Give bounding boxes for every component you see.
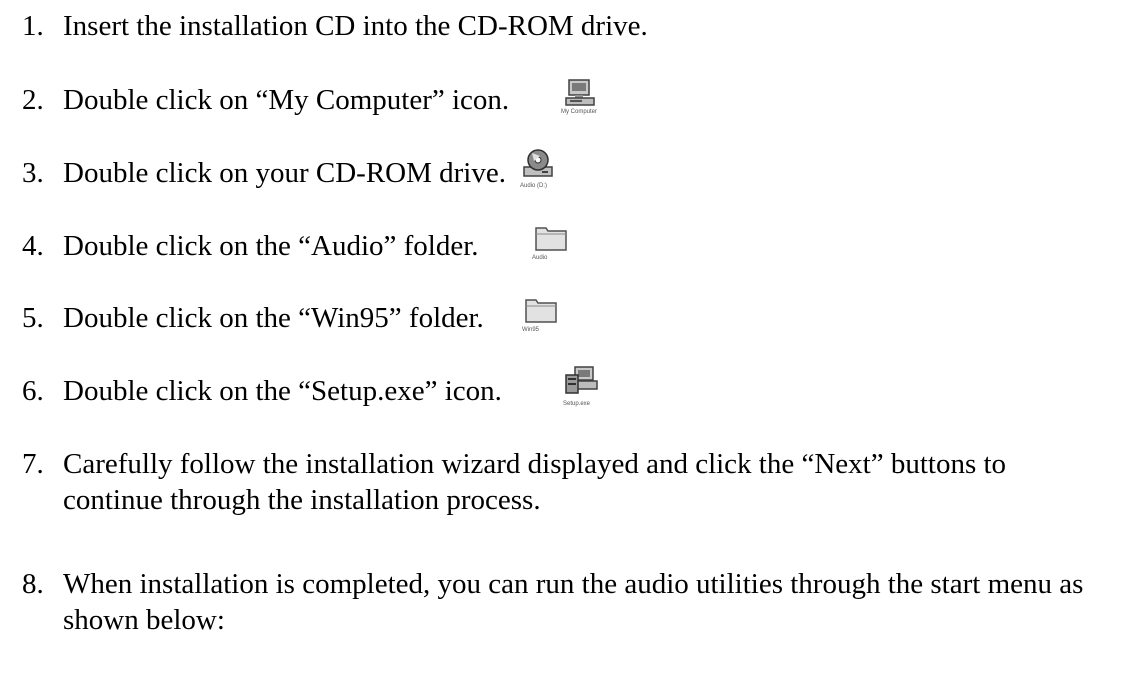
- step-number: 2.: [22, 84, 44, 116]
- step-text: When installation is completed, you can …: [63, 568, 1084, 636]
- cd-drive-icon: Audio (D:): [520, 147, 560, 191]
- step-number: 6.: [22, 375, 44, 407]
- step-text: Double click on the “Audio” folder.: [63, 230, 479, 262]
- setup-exe-icon: Setup.exe: [563, 365, 603, 409]
- step-text: Double click on your CD-ROM drive.: [63, 157, 506, 189]
- my-computer-icon: My Computer: [561, 78, 601, 118]
- step-text: Carefully follow the installation wizard…: [63, 448, 1007, 516]
- folder-icon: Audio: [532, 222, 572, 264]
- folder-icon: Win95: [522, 294, 562, 336]
- step-number: 3.: [22, 157, 44, 189]
- step-number: 8.: [22, 568, 44, 600]
- icon-caption: Audio: [532, 255, 548, 261]
- step-text: Insert the installation CD into the CD-R…: [63, 10, 648, 42]
- step-text: Double click on the “Setup.exe” icon.: [63, 375, 502, 407]
- step-text: Double click on “My Computer” icon.: [63, 84, 510, 116]
- step-number: 4.: [22, 230, 44, 262]
- icon-caption: My Computer: [561, 109, 598, 115]
- step-number: 7.: [22, 448, 44, 480]
- step-text: Double click on the “Win95” folder.: [63, 302, 484, 334]
- icon-caption: Setup.exe: [563, 401, 591, 407]
- step-number: 1.: [22, 10, 44, 42]
- icon-caption: Win95: [522, 327, 540, 333]
- icon-caption: Audio (D:): [520, 183, 548, 189]
- step-number: 5.: [22, 302, 44, 334]
